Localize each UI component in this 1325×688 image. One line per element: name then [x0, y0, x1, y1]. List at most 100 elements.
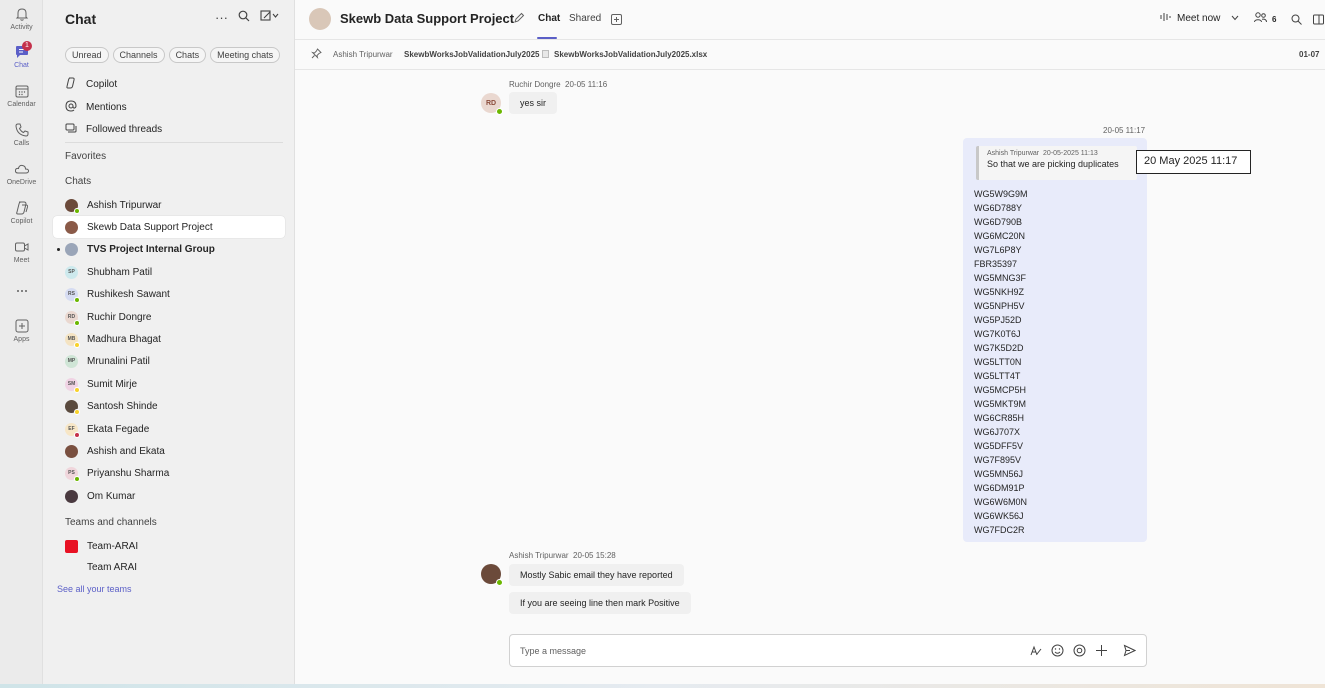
nav-followed-threads[interactable]: Followed threads — [65, 122, 162, 137]
rail-item-calendar[interactable]: Calendar — [0, 83, 43, 108]
filter-chip[interactable]: Meeting chats — [210, 47, 281, 63]
chat-list-item[interactable]: Ashish Tripurwar — [53, 194, 285, 216]
chat-name: Ruchir Dongre — [87, 311, 152, 323]
avatar-ruchir[interactable]: RD — [481, 93, 503, 115]
teams-heading[interactable]: Teams and channels — [65, 517, 157, 528]
new-chat-icon[interactable] — [260, 10, 280, 25]
pinned-file[interactable]: SkewbWorksJobValidationJuly2025.xlsx — [554, 50, 707, 59]
tab-shared[interactable]: Shared — [569, 13, 601, 24]
presence-indicator — [74, 207, 80, 214]
my-message-time: 20-05 11:17 — [1103, 126, 1146, 135]
code-line: WG7FDC2R — [974, 525, 1025, 535]
app-rail: Activity 1 Chat Calendar Calls OneDrive Copilo… — [0, 0, 43, 688]
team-item[interactable]: Team ARAI — [53, 556, 285, 578]
filter-chip[interactable]: Unread — [65, 47, 109, 63]
side-panel-icon[interactable] — [1313, 12, 1324, 30]
chat-list-item[interactable]: SM Sumit Mirje — [53, 373, 285, 395]
chat-list-item[interactable]: Santosh Shinde — [53, 395, 285, 417]
filter-chips: Unread Channels Chats Meeting chats — [65, 47, 281, 63]
chat-list-item[interactable]: Skewb Data Support Project — [53, 216, 285, 238]
pinned-subject: SkewbWorksJobValidationJuly2025 — [404, 50, 540, 59]
chat-list-item[interactable]: Ashish and Ekata — [53, 440, 285, 462]
nav-copilot[interactable]: Copilot — [65, 77, 117, 92]
chat-list-item[interactable]: TVS Project Internal Group — [53, 238, 285, 260]
chat-title[interactable]: Skewb Data Support Project — [340, 11, 514, 26]
group-avatar[interactable] — [309, 8, 331, 30]
chat-name: Mrunalini Patil — [87, 355, 150, 367]
filter-chip[interactable]: Channels — [112, 47, 165, 63]
panel-tools: ··· — [215, 10, 280, 25]
chat-list-item[interactable]: EF Ekata Fegade — [53, 418, 285, 440]
rail-item-meet[interactable]: Meet — [0, 239, 43, 264]
rail-item-more[interactable] — [0, 283, 43, 299]
add-tab-icon[interactable] — [611, 12, 622, 30]
rail-item-apps[interactable]: Apps — [0, 318, 43, 343]
rail-item-calls[interactable]: Calls — [0, 122, 43, 147]
quote-meta: Ashish Tripurwar 20-05-2025 11:13 — [987, 150, 1098, 157]
message-bubble[interactable]: If you are seeing line then mark Positiv… — [509, 592, 691, 614]
chat-list-item[interactable]: SP Shubham Patil — [53, 261, 285, 283]
loop-icon[interactable] — [1073, 644, 1086, 662]
avatar: RS — [65, 287, 80, 303]
message-author: Ruchir Dongre — [509, 80, 561, 89]
more-icon — [14, 283, 30, 299]
rail-item-onedrive[interactable]: OneDrive — [0, 161, 43, 186]
quoted-reply[interactable]: Ashish Tripurwar 20-05-2025 11:13 So tha… — [976, 146, 1137, 180]
meet-now-button[interactable]: Meet now — [1160, 12, 1239, 25]
message-meta: Ruchir Dongre 20-05 11:16 — [509, 80, 607, 89]
chat-name: Ashish and Ekata — [87, 445, 165, 457]
avatar — [65, 220, 78, 234]
avatar: RD — [65, 310, 80, 326]
participant-count: 6 — [1272, 14, 1277, 24]
message-composer[interactable]: Type a message — [509, 634, 1147, 667]
panel-title: Chat — [65, 11, 97, 27]
message-list: RD Ruchir Dongre 20-05 11:16 yes sir 20-… — [295, 70, 1325, 630]
code-line: WG6DM91P — [974, 483, 1025, 493]
chat-name: Om Kumar — [87, 490, 136, 502]
chat-list-item[interactable]: PS Priyanshu Sharma — [53, 462, 285, 484]
rail-label: Chat — [14, 62, 29, 69]
chat-name: Santosh Shinde — [87, 400, 158, 412]
message-bubble[interactable]: Mostly Sabic email they have reported — [509, 564, 684, 586]
chat-list-item[interactable]: RS Rushikesh Sawant — [53, 283, 285, 305]
nav-mentions[interactable]: Mentions — [65, 100, 127, 115]
code-line: WG7K5D2D — [974, 343, 1024, 353]
more-options-icon[interactable]: ··· — [215, 10, 228, 25]
chat-name: Skewb Data Support Project — [87, 221, 213, 233]
rail-item-activity[interactable]: Activity — [0, 6, 43, 31]
chat-list-item[interactable]: Om Kumar — [53, 485, 285, 507]
rail-label: Calendar — [7, 101, 36, 108]
rail-label: Apps — [13, 336, 30, 343]
rail-label: Copilot — [10, 218, 33, 225]
divider — [65, 142, 283, 143]
rail-label: Meet — [13, 257, 30, 264]
chat-list-item[interactable]: MB Madhura Bhagat — [53, 328, 285, 350]
chat-list-item[interactable]: RD Ruchir Dongre — [53, 306, 285, 328]
search-in-chat-icon[interactable] — [1291, 12, 1302, 30]
message-bubble[interactable]: yes sir — [509, 92, 558, 114]
send-icon[interactable] — [1123, 644, 1137, 662]
participants-button[interactable]: 6 — [1254, 12, 1276, 26]
avatar: MP — [65, 354, 78, 368]
team-item[interactable]: Team-ARAI — [53, 535, 285, 557]
team-name: Team-ARAI — [87, 540, 139, 552]
tab-chat[interactable]: Chat — [538, 13, 560, 24]
filter-chip[interactable]: Chats — [168, 47, 207, 63]
message-input[interactable]: Type a message — [520, 646, 586, 656]
my-message-bubble[interactable]: Ashish Tripurwar 20-05-2025 11:13 So tha… — [963, 138, 1147, 542]
favorites-heading[interactable]: Favorites — [65, 151, 106, 162]
see-all-teams-link[interactable]: See all your teams — [57, 584, 132, 594]
attach-plus-icon[interactable] — [1095, 644, 1108, 662]
rail-item-chat[interactable]: 1 Chat — [0, 41, 43, 69]
search-icon[interactable] — [238, 10, 250, 25]
chats-heading[interactable]: Chats — [65, 176, 91, 187]
format-icon[interactable] — [1029, 644, 1042, 662]
pinned-message-bar[interactable]: Ashish Tripurwar SkewbWorksJobValidation… — [295, 40, 1325, 70]
rail-item-copilot[interactable]: Copilot — [0, 200, 43, 225]
message-author: Ashish Tripurwar — [509, 551, 569, 560]
avatar — [65, 242, 78, 256]
emoji-icon[interactable] — [1051, 644, 1064, 662]
avatar-ashish[interactable] — [481, 564, 503, 586]
edit-name-icon[interactable] — [513, 11, 525, 29]
chat-list-item[interactable]: MP Mrunalini Patil — [53, 350, 285, 372]
